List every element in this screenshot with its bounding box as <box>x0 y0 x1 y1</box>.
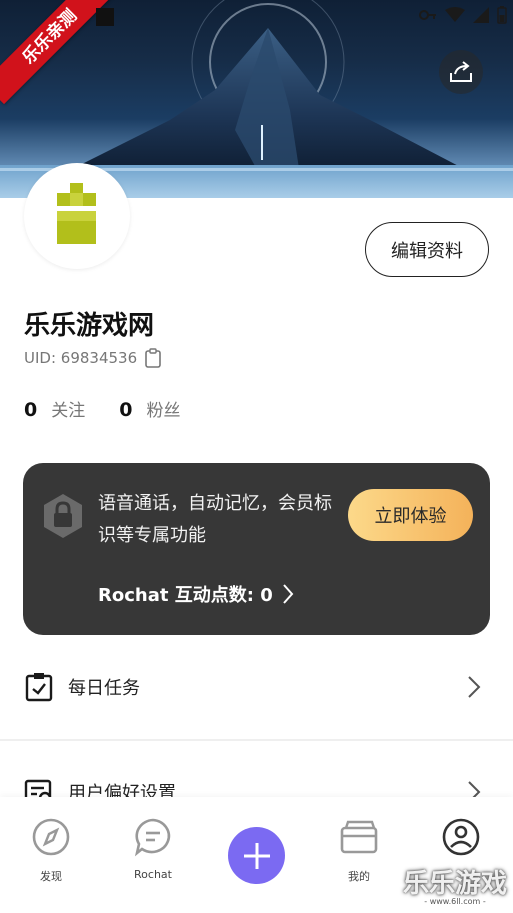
plus-icon <box>243 842 270 869</box>
avatar[interactable] <box>24 163 130 269</box>
status-icon <box>96 8 114 26</box>
membership-description: 语音通话，自动记忆，会员标识等专属功能 <box>98 493 332 546</box>
compass-icon <box>32 818 70 856</box>
nav-label: 发现 <box>40 870 62 883</box>
chat-bubble-icon <box>134 818 171 857</box>
followers-label[interactable]: 粉丝 <box>146 396 180 421</box>
clipboard-check-icon <box>25 673 53 702</box>
share-button[interactable] <box>439 50 483 94</box>
menu-divider <box>0 739 513 741</box>
bottom-nav: 发现 Rochat 我的 乐乐游戏 - www.6ll.com - <box>0 797 513 913</box>
nav-mine[interactable]: 我的 <box>329 817 389 884</box>
interaction-points-link[interactable]: Rochat 互动点数: 0 <box>98 581 295 607</box>
chevron-right-icon <box>282 584 294 604</box>
edit-profile-button[interactable]: 编辑资料 <box>365 222 489 277</box>
nav-discover[interactable]: 发现 <box>21 817 81 884</box>
site-watermark: 乐乐游戏 - www.6ll.com - <box>397 863 513 913</box>
following-label[interactable]: 关注 <box>51 396 85 421</box>
nav-profile[interactable] <box>431 817 491 860</box>
membership-card: 语音通话，自动记忆，会员标识等专属功能 立即体验 Rochat 互动点数: 0 <box>23 463 490 635</box>
points-label: Rochat 互动点数: 0 <box>98 585 273 606</box>
create-button[interactable] <box>228 827 285 884</box>
uid-row: UID: 69834536 <box>24 348 161 368</box>
nav-label: Rochat <box>134 868 172 881</box>
nav-rochat[interactable]: Rochat <box>123 817 183 881</box>
battery-icon <box>497 6 507 24</box>
follow-stats: 0 关注 0 粉丝 <box>24 396 214 421</box>
key-icon <box>419 10 436 20</box>
username: 乐乐游戏网 <box>24 311 155 341</box>
lock-icon <box>44 494 82 538</box>
share-icon <box>450 61 472 82</box>
wifi-icon <box>445 7 465 22</box>
logo-avatar-icon <box>57 183 96 244</box>
wallet-icon <box>340 820 378 854</box>
following-count[interactable]: 0 <box>24 399 37 421</box>
signal-icon <box>473 7 489 23</box>
status-bar <box>419 6 507 24</box>
menu-item-label: 每日任务 <box>68 678 140 699</box>
watermark-text: 乐乐游戏 <box>402 869 507 899</box>
try-now-button[interactable]: 立即体验 <box>348 489 473 541</box>
chevron-right-icon <box>468 676 481 698</box>
nav-label: 我的 <box>348 870 370 883</box>
profile-icon <box>442 818 480 856</box>
copy-icon[interactable] <box>145 348 161 368</box>
uid-text: UID: 69834536 <box>24 349 138 367</box>
followers-count[interactable]: 0 <box>119 399 132 421</box>
menu-item-daily-tasks[interactable]: 每日任务 <box>0 657 513 717</box>
